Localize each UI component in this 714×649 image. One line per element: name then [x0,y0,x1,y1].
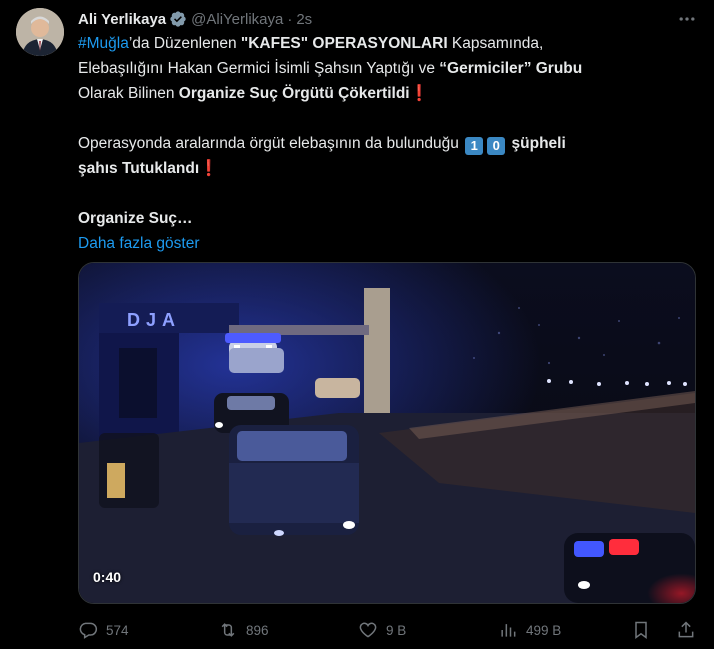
author-avatar[interactable] [16,8,64,56]
text-line-5: şahıs Tutuklandı❗ [78,156,678,181]
repost-button[interactable]: 896 [218,616,269,644]
repost-icon [221,623,235,637]
text-bold: "KAFES" OPERASYONLARI [240,35,448,52]
author-name[interactable]: Ali Yerlikaya [78,11,166,28]
tweet-text: #Muğla’da Düzenlenen "KAFES" OPERASYONLA… [78,31,678,256]
like-count: 9 B [386,622,407,638]
tweet-header: Ali Yerlikaya @AliYerlikaya · 2s [78,8,312,30]
video-frame: DJA [79,263,695,603]
text-span: Kapsamında, [447,35,544,52]
more-dots-icon[interactable] [674,6,700,32]
text-bold: şahıs Tutuklandı [78,160,200,177]
share-button[interactable] [676,616,696,644]
bookmark-icon [635,621,647,639]
exclamation-icon: ❗ [199,160,219,177]
video-duration: 0:40 [93,569,122,585]
reply-count: 574 [106,622,129,638]
exclamation-icon: ❗ [409,85,429,102]
text-bold: Organize Suç Örgütü Çökertildi [178,85,410,102]
tweet-actions: 574 896 9 B 499 B [78,616,698,644]
video-player[interactable]: DJA 0:40 [78,262,696,604]
repost-count: 896 [246,622,269,638]
tweet-timestamp[interactable]: 2s [296,11,312,28]
verified-badge-icon [169,10,187,28]
views-chart-icon [501,624,516,637]
separator-dot: · [287,10,293,28]
reply-icon [79,622,98,639]
heart-icon [359,622,377,638]
bookmark-button[interactable] [631,616,651,644]
author-handle[interactable]: @AliYerlikaya [191,11,283,28]
views-button[interactable]: 499 B [498,616,561,644]
text-line-7: Daha fazla göster [78,231,678,256]
text-line-6: Organize Suç… [78,206,678,231]
hashtag-link[interactable]: #Muğla [78,35,129,52]
text-line-2: Elebaşılığını Hakan Germici İsimli Şahsı… [78,56,678,81]
text-span: Elebaşılığını Hakan Germici İsimli Şahsı… [78,60,440,77]
text-line-3: Olarak Bilinen Organize Suç Örgütü Çöker… [78,81,678,106]
share-icon [678,621,694,638]
text-span: Operasyonda aralarında örgüt elebaşının … [78,135,464,152]
keycap-one-icon: 1 [465,137,484,155]
text-line-4: Operasyonda aralarında örgüt elebaşının … [78,131,678,156]
view-count: 499 B [526,622,562,638]
keycap-zero-icon: 0 [487,137,506,155]
reply-button[interactable]: 574 [78,616,129,644]
text-span: ’da Düzenlenen [128,35,241,52]
text-bold: “Germiciler” Grubu [439,60,583,77]
text-line-1: #Muğla’da Düzenlenen "KAFES" OPERASYONLA… [78,31,678,56]
text-bold: şüpheli [507,135,566,152]
text-span: Olarak Bilinen [78,85,179,102]
text-bold: Organize Suç… [78,210,193,227]
like-button[interactable]: 9 B [358,616,406,644]
show-more-link[interactable]: Daha fazla göster [78,235,200,252]
building-sign: DJA [127,310,181,330]
